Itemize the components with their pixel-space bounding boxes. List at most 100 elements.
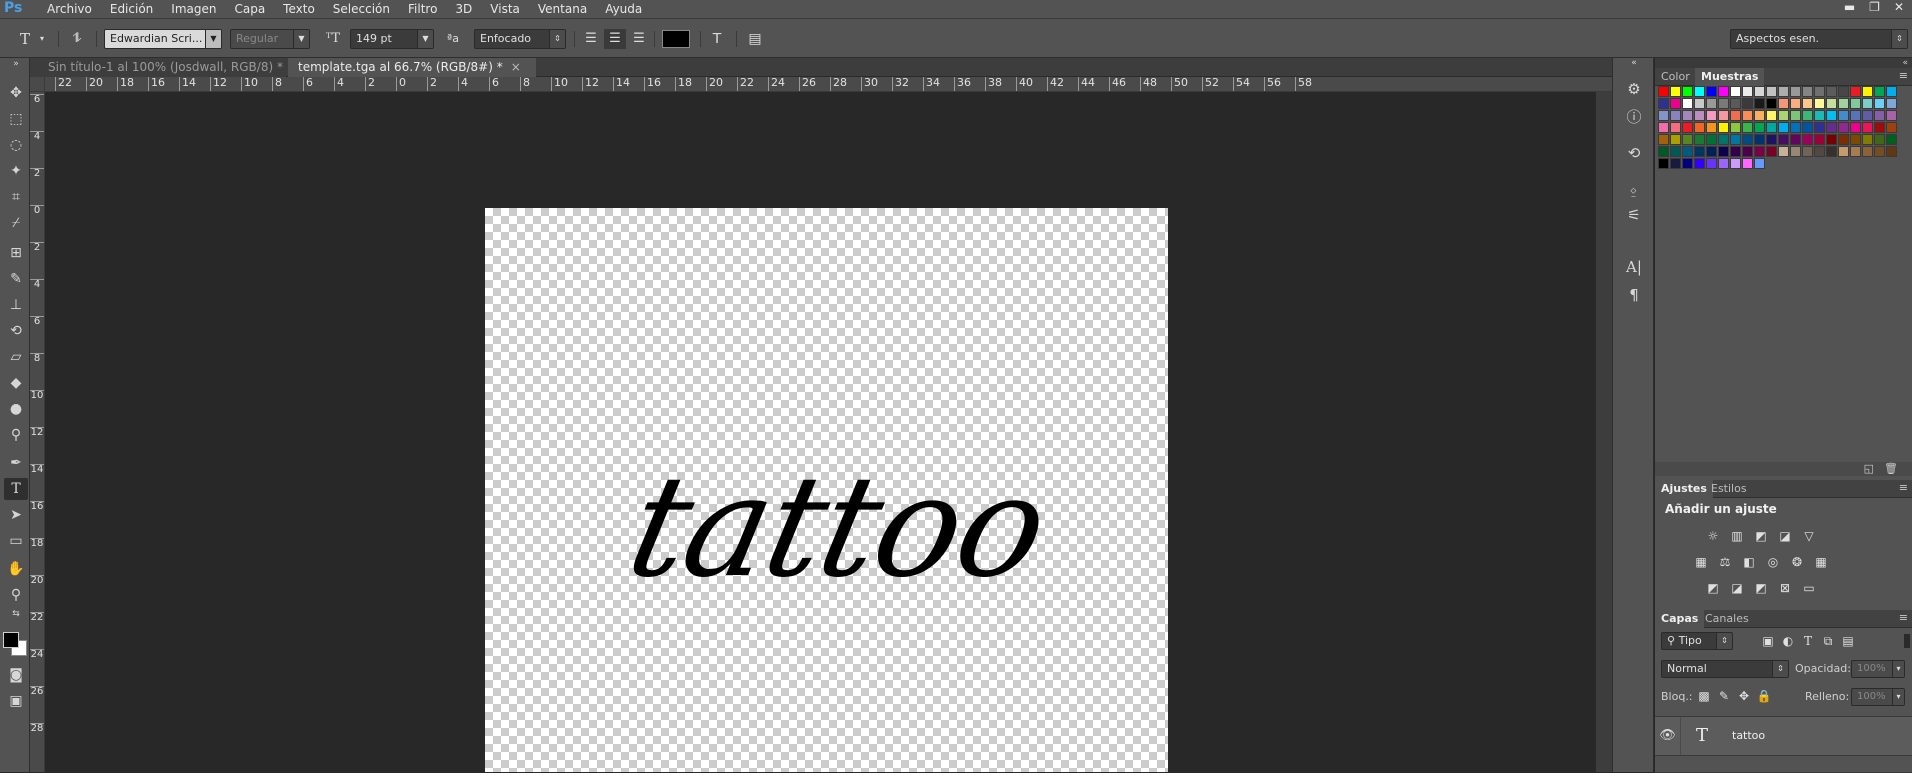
color-swatch[interactable] bbox=[1718, 86, 1729, 97]
color-swatch[interactable] bbox=[1778, 146, 1789, 157]
clone-stamp-tool-icon[interactable]: ⊥ bbox=[4, 294, 28, 316]
color-swatch[interactable] bbox=[1670, 98, 1681, 109]
color-swatch[interactable] bbox=[1718, 110, 1729, 121]
collapse-panels-icon[interactable]: « bbox=[1627, 58, 1641, 68]
color-swatch[interactable] bbox=[1802, 134, 1813, 145]
color-swatch[interactable] bbox=[1742, 98, 1753, 109]
close-icon[interactable]: ✕ bbox=[1894, 0, 1904, 14]
color-swatch[interactable] bbox=[1850, 86, 1861, 97]
color-swatch[interactable] bbox=[1814, 122, 1825, 133]
color-swatch[interactable] bbox=[1838, 146, 1849, 157]
tab-canales[interactable]: Canales bbox=[1699, 610, 1755, 628]
crop-tool-icon[interactable]: ⌗ bbox=[4, 186, 28, 208]
menu-item-9[interactable]: Ventana bbox=[529, 0, 596, 18]
filter-adjustment-icon[interactable]: ◐ bbox=[1779, 633, 1797, 649]
eye-visibility-icon[interactable]: 👁 bbox=[1655, 717, 1681, 755]
color-swatch[interactable] bbox=[1658, 122, 1669, 133]
swap-colors-icon[interactable]: ⇆ bbox=[4, 608, 28, 620]
color-swatch[interactable] bbox=[1682, 146, 1693, 157]
eraser-tool-icon[interactable]: ▱ bbox=[4, 346, 28, 368]
color-swatch[interactable] bbox=[1754, 86, 1765, 97]
zoom-tool-icon[interactable]: ⚲ bbox=[4, 584, 28, 606]
menu-item-1[interactable]: Edición bbox=[101, 0, 162, 18]
tab-sin-titulo-1[interactable]: Sin título-1 al 100% (Josdwall, RGB/8) *… bbox=[30, 58, 301, 77]
color-swatch[interactable] bbox=[1706, 98, 1717, 109]
color-swatch[interactable] bbox=[1754, 146, 1765, 157]
color-swatch[interactable] bbox=[1874, 134, 1885, 145]
color-swatch[interactable] bbox=[1850, 146, 1861, 157]
color-swatch[interactable] bbox=[1778, 98, 1789, 109]
font-family-select[interactable]: Edwardian Scri... ▼ bbox=[104, 29, 222, 49]
color-swatch[interactable] bbox=[1706, 110, 1717, 121]
invert-icon[interactable]: ◩ bbox=[1704, 580, 1722, 596]
color-swatch[interactable] bbox=[1778, 110, 1789, 121]
lock-all-icon[interactable]: 🔒 bbox=[1755, 688, 1773, 704]
channels-mixer-icon[interactable]: ⚙ bbox=[1621, 78, 1647, 100]
color-swatch[interactable] bbox=[1886, 86, 1897, 97]
color-swatch[interactable] bbox=[1706, 86, 1717, 97]
color-swatch[interactable] bbox=[1826, 146, 1837, 157]
menu-item-7[interactable]: 3D bbox=[446, 0, 481, 18]
color-swatch[interactable] bbox=[1778, 122, 1789, 133]
color-swatch[interactable] bbox=[1790, 134, 1801, 145]
color-swatch[interactable] bbox=[1826, 122, 1837, 133]
menu-item-2[interactable]: Imagen bbox=[162, 0, 225, 18]
color-swatch[interactable] bbox=[1658, 110, 1669, 121]
color-swatch[interactable] bbox=[1730, 134, 1741, 145]
color-swatch[interactable] bbox=[1886, 146, 1897, 157]
color-swatch[interactable] bbox=[1874, 98, 1885, 109]
rectangle-tool-icon[interactable]: ▭ bbox=[4, 530, 28, 552]
color-swatch[interactable] bbox=[1730, 122, 1741, 133]
color-swatch[interactable] bbox=[1730, 86, 1741, 97]
document-canvas[interactable]: tattoo bbox=[485, 208, 1168, 772]
color-swatch[interactable] bbox=[1670, 122, 1681, 133]
color-swatch[interactable] bbox=[1874, 146, 1885, 157]
color-swatch[interactable] bbox=[1694, 146, 1705, 157]
color-swatch[interactable] bbox=[1754, 134, 1765, 145]
color-swatch[interactable] bbox=[1778, 134, 1789, 145]
color-swatch[interactable] bbox=[1862, 146, 1873, 157]
color-swatch[interactable] bbox=[1838, 110, 1849, 121]
color-swatch[interactable] bbox=[1766, 98, 1777, 109]
color-swatch[interactable] bbox=[1802, 146, 1813, 157]
color-swatch[interactable] bbox=[1694, 86, 1705, 97]
color-swatch[interactable] bbox=[1718, 98, 1729, 109]
color-swatch[interactable] bbox=[1850, 134, 1861, 145]
color-swatch[interactable] bbox=[1682, 122, 1693, 133]
layer-row-tattoo[interactable]: 👁 T tattoo bbox=[1655, 716, 1912, 756]
channel-mixer-icon[interactable]: ❂ bbox=[1788, 554, 1806, 570]
color-swatch[interactable] bbox=[1742, 110, 1753, 121]
color-swatch[interactable] bbox=[1730, 146, 1741, 157]
type-tool-icon[interactable]: T bbox=[4, 478, 28, 500]
paragraph-icon[interactable]: ¶ bbox=[1621, 284, 1647, 306]
filter-smart-object-icon[interactable]: ▤ bbox=[1839, 633, 1857, 649]
filter-shape-icon[interactable]: ⧉ bbox=[1819, 633, 1837, 649]
color-swatch[interactable] bbox=[1862, 98, 1873, 109]
color-swatch[interactable] bbox=[1730, 158, 1741, 169]
align-right-icon[interactable]: ☰ bbox=[628, 29, 650, 49]
color-swatch[interactable] bbox=[1658, 158, 1669, 169]
selective-color-icon[interactable]: ⊠ bbox=[1776, 580, 1794, 596]
color-swatch[interactable] bbox=[1838, 134, 1849, 145]
menu-item-10[interactable]: Ayuda bbox=[596, 0, 651, 18]
color-swatch[interactable] bbox=[1862, 134, 1873, 145]
quick-mask-icon[interactable]: ◙ bbox=[4, 664, 28, 686]
healing-brush-tool-icon[interactable]: ⊞ bbox=[4, 242, 28, 264]
color-swatch[interactable] bbox=[1682, 98, 1693, 109]
filter-pixel-icon[interactable]: ▣ bbox=[1759, 633, 1777, 649]
color-swatch[interactable] bbox=[1742, 158, 1753, 169]
tab-estilos[interactable]: Estilos bbox=[1705, 480, 1753, 498]
color-swatch[interactable] bbox=[1682, 158, 1693, 169]
panel-menu-icon[interactable]: ≡ bbox=[1899, 610, 1908, 626]
color-swatch[interactable] bbox=[1850, 110, 1861, 121]
photo-filter-icon[interactable]: ◎ bbox=[1764, 554, 1782, 570]
color-swatch[interactable] bbox=[1790, 146, 1801, 157]
lock-pixels-icon[interactable]: ✎ bbox=[1715, 688, 1733, 704]
fill-input[interactable]: 100% ▾ bbox=[1851, 688, 1905, 706]
color-swatch[interactable] bbox=[1694, 122, 1705, 133]
color-swatch[interactable] bbox=[1694, 134, 1705, 145]
color-swatch[interactable] bbox=[1718, 146, 1729, 157]
brush-tool-icon[interactable]: ✎ bbox=[4, 268, 28, 290]
black-white-icon[interactable]: ◧ bbox=[1740, 554, 1758, 570]
color-swatch[interactable] bbox=[1670, 110, 1681, 121]
